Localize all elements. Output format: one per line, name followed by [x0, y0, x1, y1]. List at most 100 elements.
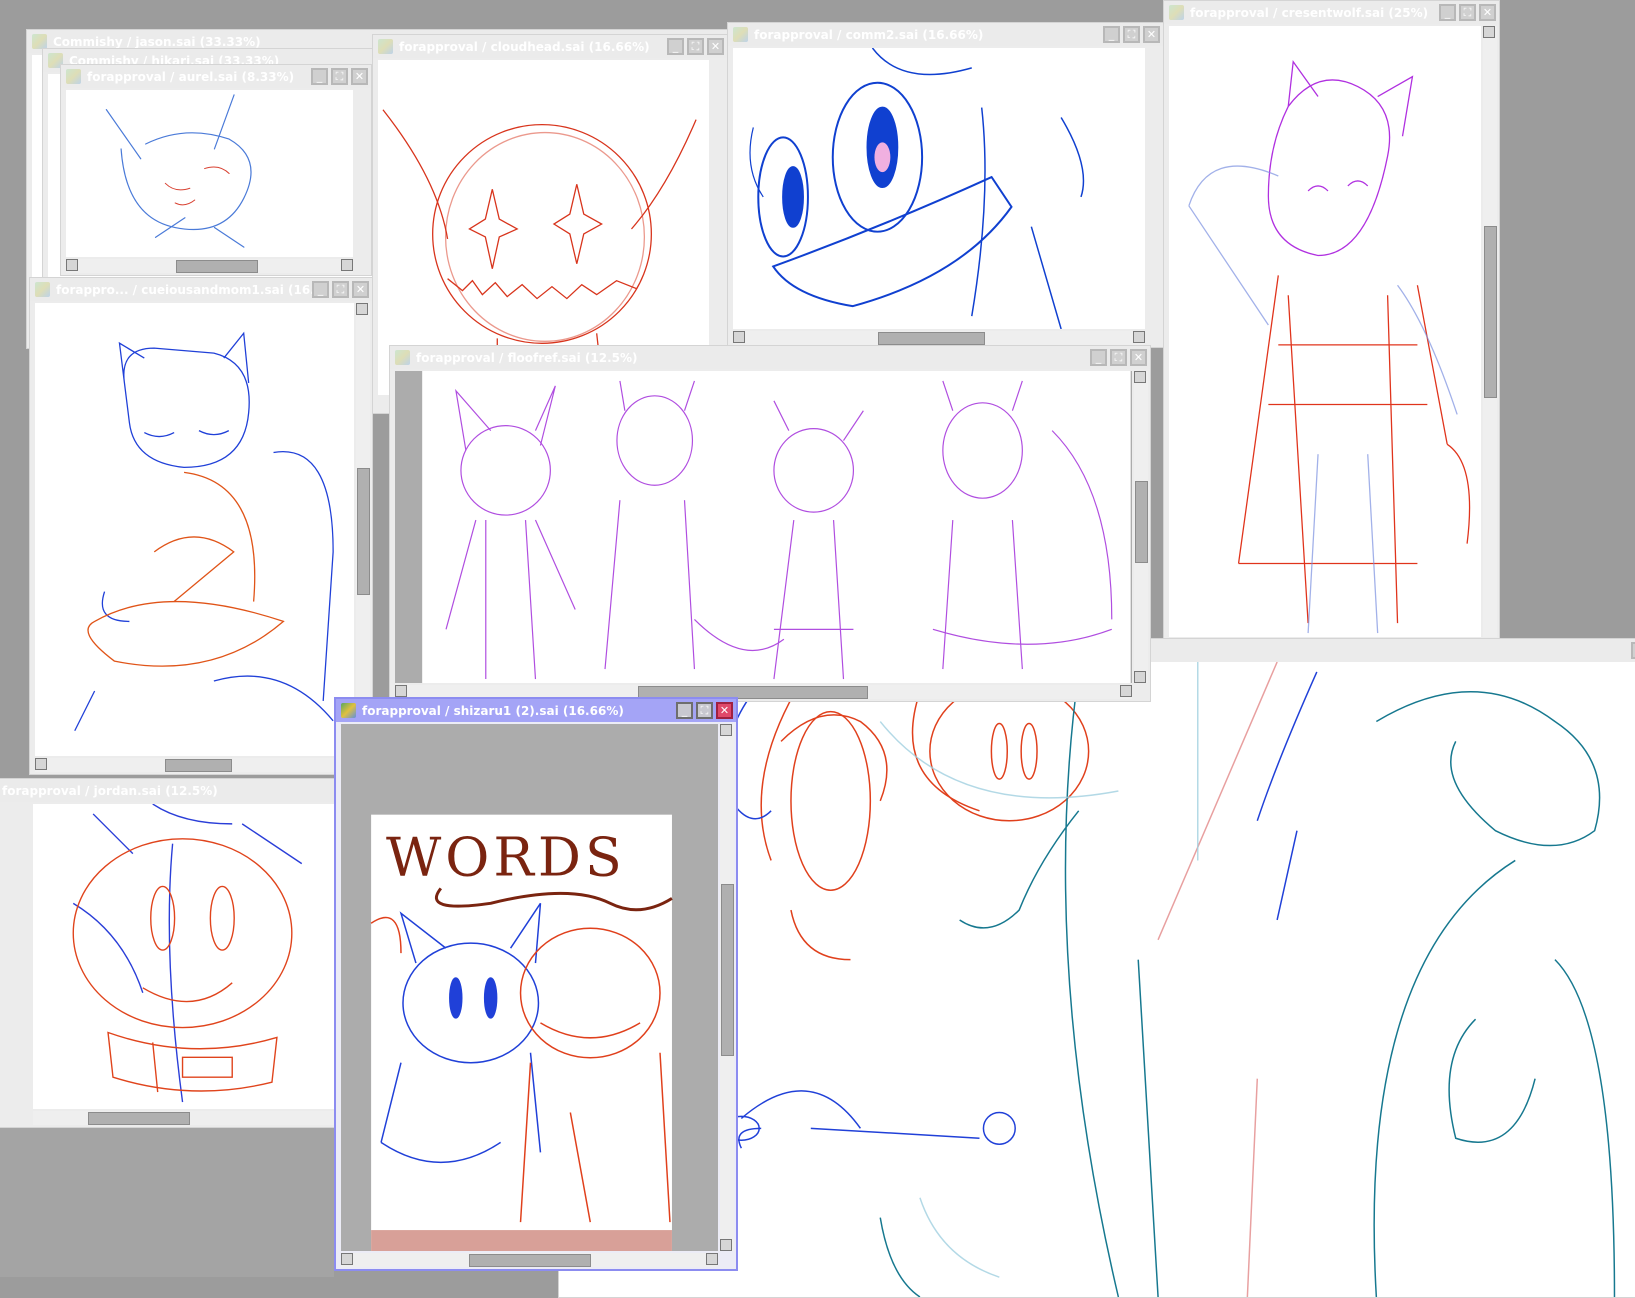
window-title: forapproval / floofref.sai (12.5%): [416, 350, 638, 365]
window-cueiousandmom1[interactable]: forappro... / cueiousandmom1.sai (16.66%…: [29, 277, 373, 775]
sketch-aurel: [105, 94, 252, 248]
document-icon: [32, 34, 47, 49]
document-icon: [35, 282, 50, 297]
scroll-thumb[interactable]: [469, 1254, 591, 1267]
scroll-thumb[interactable]: [878, 332, 985, 345]
close-button[interactable]: ✕: [352, 281, 369, 298]
horizontal-scrollbar[interactable]: [33, 1111, 344, 1125]
title-bar[interactable]: forappro... / cueiousandmom1.sai (16.66%…: [30, 278, 372, 301]
title-bar[interactable]: forapproval / jordan.sai (12.5%): [0, 779, 344, 802]
scroll-up-arrow[interactable]: [1483, 26, 1495, 38]
horizontal-scrollbar[interactable]: [35, 758, 354, 772]
document-icon: [341, 703, 356, 718]
document-icon: [733, 27, 748, 42]
document-icon: [1169, 5, 1184, 20]
scroll-thumb[interactable]: [176, 260, 258, 273]
close-button[interactable]: ✕: [1479, 4, 1496, 21]
sketch-cueious: [74, 331, 334, 732]
vertical-scrollbar[interactable]: [1134, 371, 1148, 683]
canvas[interactable]: [395, 371, 1132, 683]
scroll-up-arrow[interactable]: [356, 303, 368, 315]
close-button[interactable]: ✕: [1130, 349, 1147, 366]
desktop-area: [0, 1128, 334, 1277]
close-button[interactable]: ✕: [351, 68, 368, 85]
scroll-thumb[interactable]: [1484, 226, 1497, 398]
scroll-left-arrow[interactable]: [66, 259, 78, 271]
scroll-left-arrow[interactable]: [395, 685, 407, 697]
document-icon: [395, 350, 410, 365]
minimize-button[interactable]: _: [312, 281, 329, 298]
vertical-scrollbar[interactable]: [356, 303, 370, 756]
scroll-down-arrow[interactable]: [720, 1239, 732, 1251]
scroll-thumb[interactable]: [165, 759, 232, 772]
window-jordan[interactable]: forapproval / jordan.sai (12.5%): [0, 778, 345, 1128]
scroll-left-arrow[interactable]: [35, 758, 47, 770]
scroll-down-arrow[interactable]: [1134, 671, 1146, 683]
maximize-button[interactable]: ⛶: [1123, 26, 1140, 43]
minimize-button[interactable]: _: [676, 702, 693, 719]
window-title: forapproval / aurel.sai (8.33%): [87, 69, 295, 84]
sketch-jordan: [72, 804, 303, 1103]
maximize-button[interactable]: ⛶: [331, 68, 348, 85]
title-bar[interactable]: forapproval / cresentwolf.sai (25%) _ ⛶ ✕: [1164, 1, 1499, 24]
minimize-button[interactable]: _: [667, 38, 684, 55]
maximize-button[interactable]: ⛶: [332, 281, 349, 298]
maximize-button[interactable]: ⛶: [696, 702, 713, 719]
horizontal-scrollbar[interactable]: [341, 1253, 718, 1267]
window-title: forapproval / comm2.sai (16.66%): [754, 27, 984, 42]
minimize-button[interactable]: _: [1103, 26, 1120, 43]
scroll-thumb[interactable]: [357, 468, 370, 595]
sketch-shizaru: WORDS: [370, 814, 673, 1251]
minimize-button[interactable]: _: [1439, 4, 1456, 21]
scroll-thumb[interactable]: [88, 1112, 190, 1125]
sketch-cresentwolf: [1188, 59, 1471, 634]
close-button[interactable]: ✕: [707, 38, 724, 55]
title-bar[interactable]: forapproval / comm2.sai (16.66%) _ ⛶ ✕: [728, 23, 1163, 46]
minimize-button[interactable]: _: [311, 68, 328, 85]
canvas[interactable]: [733, 48, 1145, 329]
maximize-button[interactable]: ⛶: [687, 38, 704, 55]
window-aurel[interactable]: forapproval / aurel.sai (8.33%) _ ⛶ ✕: [60, 64, 372, 276]
title-bar[interactable]: forapproval / cloudhead.sai (16.66%) _ ⛶ ✕: [373, 35, 727, 58]
sketch-floofref: [422, 371, 1131, 683]
minimize-button[interactable]: _: [1090, 349, 1107, 366]
canvas[interactable]: [1169, 26, 1481, 637]
title-bar[interactable]: forapproval / aurel.sai (8.33%) _ ⛶ ✕: [61, 65, 371, 88]
window-floofref[interactable]: forapproval / floofref.sai (12.5%) _ ⛶ ✕: [389, 345, 1151, 702]
title-bar[interactable]: forapproval / floofref.sai (12.5%) _ ⛶ ✕: [390, 346, 1150, 369]
close-button[interactable]: ✕: [1143, 26, 1160, 43]
scroll-right-arrow[interactable]: [706, 1253, 718, 1265]
window-title: forapproval / cresentwolf.sai (25%): [1190, 5, 1429, 20]
scroll-right-arrow[interactable]: [1133, 331, 1145, 343]
horizontal-scrollbar[interactable]: [733, 331, 1145, 345]
window-title: forapproval / jordan.sai (12.5%): [2, 783, 218, 798]
minimize-button[interactable]: _: [1631, 642, 1635, 659]
scroll-right-arrow[interactable]: [1120, 685, 1132, 697]
horizontal-scrollbar[interactable]: [66, 259, 353, 273]
scroll-right-arrow[interactable]: [341, 259, 353, 271]
canvas[interactable]: [66, 90, 353, 257]
maximize-button[interactable]: ⛶: [1110, 349, 1127, 366]
window-comm2[interactable]: forapproval / comm2.sai (16.66%) _ ⛶ ✕: [727, 22, 1164, 348]
sketch-comm2: [749, 48, 1085, 329]
window-title: forapproval / shizaru1 (2).sai (16.66%): [362, 703, 624, 718]
canvas[interactable]: [35, 303, 354, 756]
scroll-left-arrow[interactable]: [733, 331, 745, 343]
window-shizaru[interactable]: forapproval / shizaru1 (2).sai (16.66%) …: [334, 697, 738, 1271]
scroll-up-arrow[interactable]: [1134, 371, 1146, 383]
vertical-scrollbar[interactable]: [1483, 26, 1497, 637]
scroll-thumb[interactable]: [1135, 481, 1148, 563]
close-button[interactable]: ✕: [716, 702, 733, 719]
scroll-thumb[interactable]: [721, 884, 734, 1056]
vertical-scrollbar[interactable]: [720, 724, 734, 1251]
scroll-left-arrow[interactable]: [341, 1253, 353, 1265]
canvas[interactable]: WORDS: [341, 724, 718, 1251]
maximize-button[interactable]: ⛶: [1459, 4, 1476, 21]
window-cresentwolf[interactable]: forapproval / cresentwolf.sai (25%) _ ⛶ ✕: [1163, 0, 1500, 640]
window-title: forapproval / cloudhead.sai (16.66%): [399, 39, 650, 54]
title-bar[interactable]: forapproval / shizaru1 (2).sai (16.66%) …: [336, 699, 736, 722]
canvas[interactable]: [33, 804, 344, 1109]
window-title: forappro... / cueiousandmom1.sai (16.66%…: [56, 282, 312, 297]
artwork-lettering: WORDS: [386, 825, 626, 888]
scroll-up-arrow[interactable]: [720, 724, 732, 736]
